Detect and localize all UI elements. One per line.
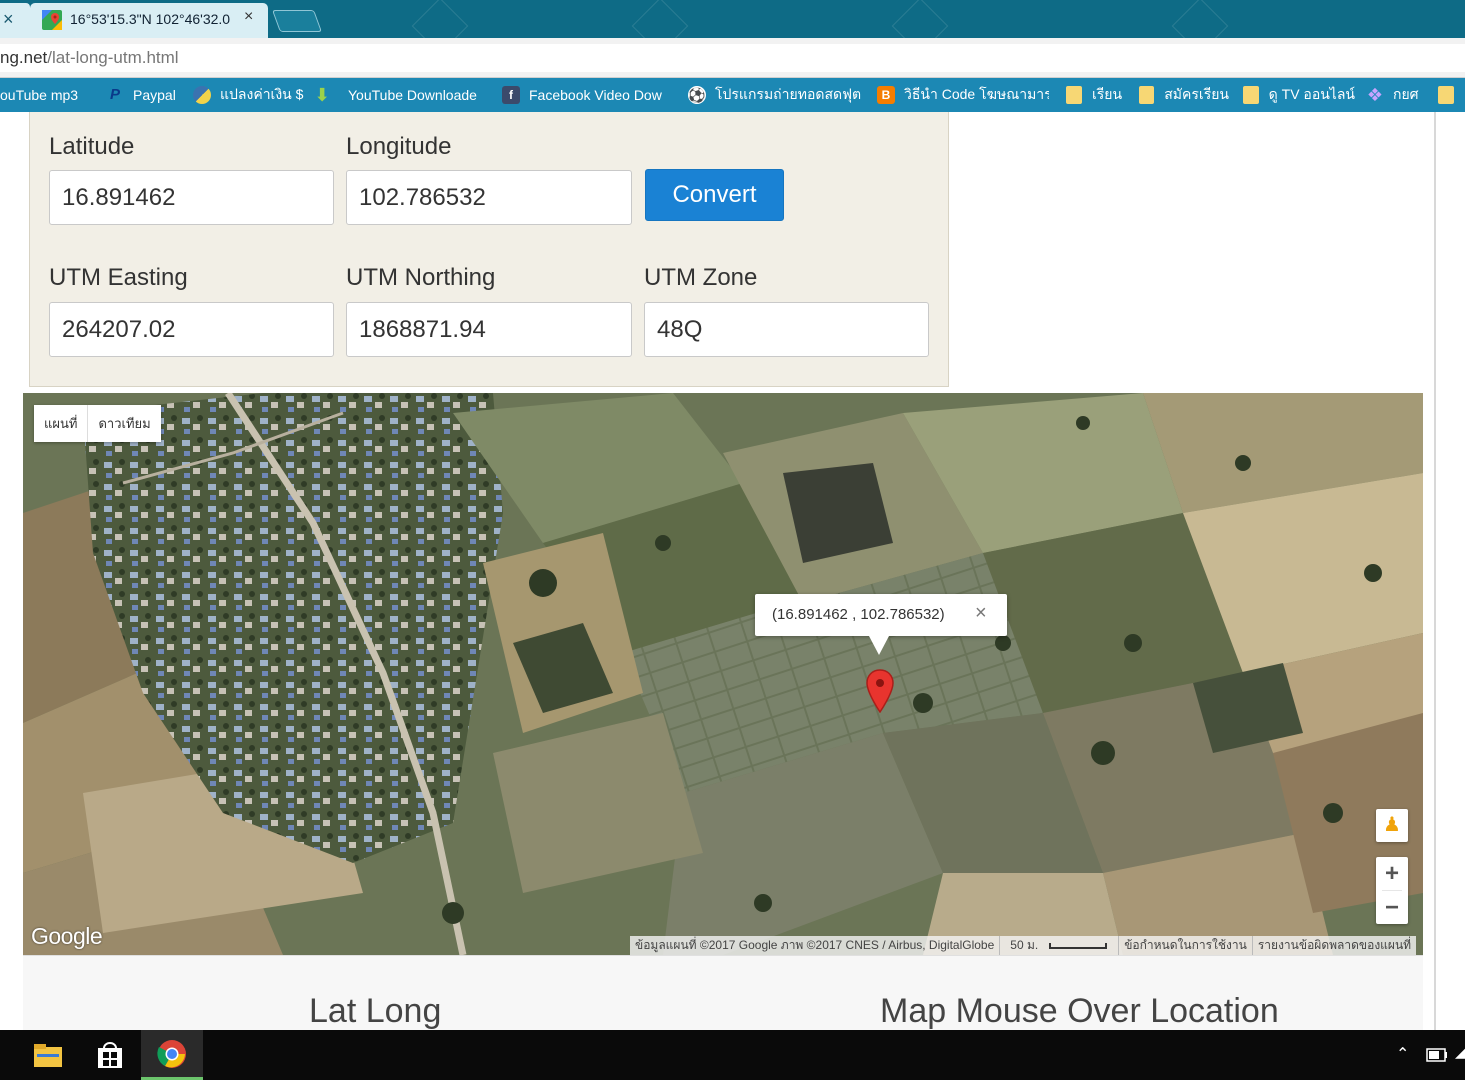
lat-long-heading: Lat Long <box>309 992 442 1030</box>
address-bar: ng.net/lat-long-utm.html <box>0 38 1465 78</box>
terms-link[interactable]: ข้อกำหนดในการใช้งาน <box>1118 936 1252 955</box>
battery-icon[interactable] <box>1426 1048 1448 1062</box>
utm-zone-input[interactable]: 48Q <box>644 302 929 357</box>
bookmark-label: โปรแกรมถ่ายทอดสดฟุต <box>715 86 862 102</box>
map-scale-label: 50 ม. <box>1010 938 1039 952</box>
folder-icon <box>1139 86 1155 104</box>
python-icon <box>193 86 211 104</box>
bookmarks-bar: ouTube mp3 P Paypal แปลงค่าเงิน $ ⬇ YouT… <box>0 78 1465 112</box>
file-explorer-button[interactable] <box>17 1030 79 1080</box>
longitude-input[interactable]: 102.786532 <box>346 170 632 225</box>
bookmark-label: Facebook Video Dow <box>529 87 662 103</box>
bookmark-folder-more[interactable] <box>1438 83 1465 107</box>
url-path: /lat-long-utm.html <box>47 48 179 67</box>
folder-icon <box>34 1044 62 1067</box>
map-pin-icon[interactable] <box>866 669 894 713</box>
paypal-icon: P <box>109 86 120 103</box>
diamond-icon: ❖ <box>1366 85 1384 105</box>
bookmark-kyosor[interactable]: ❖ กยศ <box>1366 83 1426 107</box>
mouse-over-heading: Map Mouse Over Location <box>880 992 1279 1030</box>
latitude-label: Latitude <box>49 133 135 160</box>
bookmark-blogger[interactable]: B วิธีนำ Code โฆษณามาร <box>877 83 1049 107</box>
map-attribution: ข้อมูลแผนที่ ©2017 Google ภาพ ©2017 CNES… <box>630 936 1417 955</box>
new-tab-button[interactable] <box>271 10 323 32</box>
bookmark-youtube-downloader[interactable]: ⬇ YouTube Downloade <box>313 83 493 107</box>
url-host: ng.net <box>0 48 48 67</box>
tab-close-icon[interactable]: × <box>244 8 253 26</box>
url-field[interactable]: ng.net/lat-long-utm.html <box>0 44 1465 72</box>
chrome-taskbar-button[interactable] <box>141 1030 203 1080</box>
tab-bar: × 16°53'15.3"N 102°46'32.0 × <box>0 0 1465 55</box>
bookmark-label: YouTube Downloade <box>348 87 477 103</box>
bookmark-folder-learn[interactable]: เรียน <box>1066 83 1126 107</box>
map-type-map-button[interactable]: แผนที่ <box>34 405 87 442</box>
facebook-icon: f <box>502 86 520 104</box>
map-scale[interactable]: 50 ม. <box>999 936 1118 955</box>
google-logo: Google <box>31 923 103 949</box>
bookmark-label: สมัครเรียน <box>1164 86 1229 102</box>
scale-bar <box>1049 942 1108 949</box>
report-error-link[interactable]: รายงานข้อผิดพลาดของแผนที่ <box>1251 936 1416 955</box>
zoom-out-button[interactable]: − <box>1376 891 1408 924</box>
bookmark-paypal[interactable]: P Paypal <box>106 83 186 107</box>
bookmark-folder-tv[interactable]: ดู TV ออนไลน์ <box>1243 83 1355 107</box>
bookmark-label: แปลงค่าเงิน $ <box>220 86 304 102</box>
bookmark-label: วิธีนำ Code โฆษณามาร <box>904 86 1049 102</box>
blogger-icon: B <box>877 86 895 104</box>
bookmark-folder-apply[interactable]: สมัครเรียน <box>1139 83 1229 107</box>
tab-title: 16°53'15.3"N 102°46'32.0 <box>70 11 231 27</box>
taskbar: ⌃ ◢ <box>0 1030 1465 1080</box>
store-button[interactable] <box>79 1030 141 1080</box>
info-window-tail <box>869 636 889 655</box>
folder-icon <box>1066 86 1082 104</box>
utm-northing-input[interactable]: 1868871.94 <box>346 302 632 357</box>
utm-easting-input[interactable]: 264207.02 <box>49 302 334 357</box>
street-view-pegman-icon[interactable]: ♟ <box>1376 809 1408 842</box>
page-border <box>1434 112 1436 1030</box>
tab-active[interactable]: 16°53'15.3"N 102°46'32.0 × <box>30 3 268 38</box>
zoom-in-button[interactable]: + <box>1376 857 1408 890</box>
bookmark-label: เรียน <box>1092 86 1123 102</box>
utm-easting-label: UTM Easting <box>49 264 188 291</box>
zoom-control: + − <box>1376 857 1408 924</box>
download-arrow-icon: ⬇ <box>314 85 330 105</box>
satellite-imagery <box>23 393 1423 955</box>
bookmark-football-live[interactable]: ⚽ โปรแกรมถ่ายทอดสดฟุต <box>688 83 863 107</box>
google-maps-icon <box>42 10 62 30</box>
folder-icon <box>1243 86 1259 104</box>
show-hidden-icons-chevron-icon[interactable]: ⌃ <box>1396 1044 1409 1064</box>
bottom-panel: Lat Long Map Mouse Over Location <box>23 955 1423 1030</box>
convert-button[interactable]: Convert <box>645 169 784 221</box>
folder-icon <box>1438 86 1454 104</box>
satellite-map[interactable]: แผนที่ ดาวเทียม (16.891462 , 102.786532)… <box>23 393 1423 955</box>
map-type-satellite-button[interactable]: ดาวเทียม <box>88 405 160 442</box>
bookmark-label: ouTube mp3 <box>0 87 79 103</box>
info-window-coordinates: (16.891462 , 102.786532) <box>772 606 945 623</box>
page-content: Latitude 16.891462 Longitude 102.786532 … <box>0 112 1465 1030</box>
bookmark-label: กยศ <box>1393 86 1419 102</box>
utm-northing-label: UTM Northing <box>346 264 496 291</box>
map-data-attribution: ข้อมูลแผนที่ ©2017 Google ภาพ ©2017 CNES… <box>635 938 995 952</box>
bookmark-currency[interactable]: แปลงค่าเงิน $ <box>193 83 305 107</box>
bookmark-facebook-video[interactable]: f Facebook Video Dow <box>502 83 682 107</box>
bookmark-label: ดู TV ออนไลน์ <box>1268 86 1355 102</box>
info-window: (16.891462 , 102.786532) × <box>755 594 1007 655</box>
converter-form: Latitude 16.891462 Longitude 102.786532 … <box>29 112 949 387</box>
info-window-close-icon[interactable]: × <box>975 602 987 625</box>
bookmark-label: Paypal <box>133 87 176 103</box>
map-type-control: แผนที่ ดาวเทียม <box>34 405 161 442</box>
latitude-input[interactable]: 16.891462 <box>49 170 334 225</box>
utm-zone-label: UTM Zone <box>644 264 758 291</box>
chrome-icon <box>157 1039 186 1068</box>
store-bag-icon <box>98 1042 122 1068</box>
longitude-label: Longitude <box>346 133 452 160</box>
network-icon[interactable]: ◢ <box>1455 1044 1465 1061</box>
tab-previous-close-button[interactable]: × <box>0 3 30 38</box>
soccer-ball-icon: ⚽ <box>688 86 706 104</box>
bookmark-youtube-mp3[interactable]: ouTube mp3 <box>0 83 92 107</box>
